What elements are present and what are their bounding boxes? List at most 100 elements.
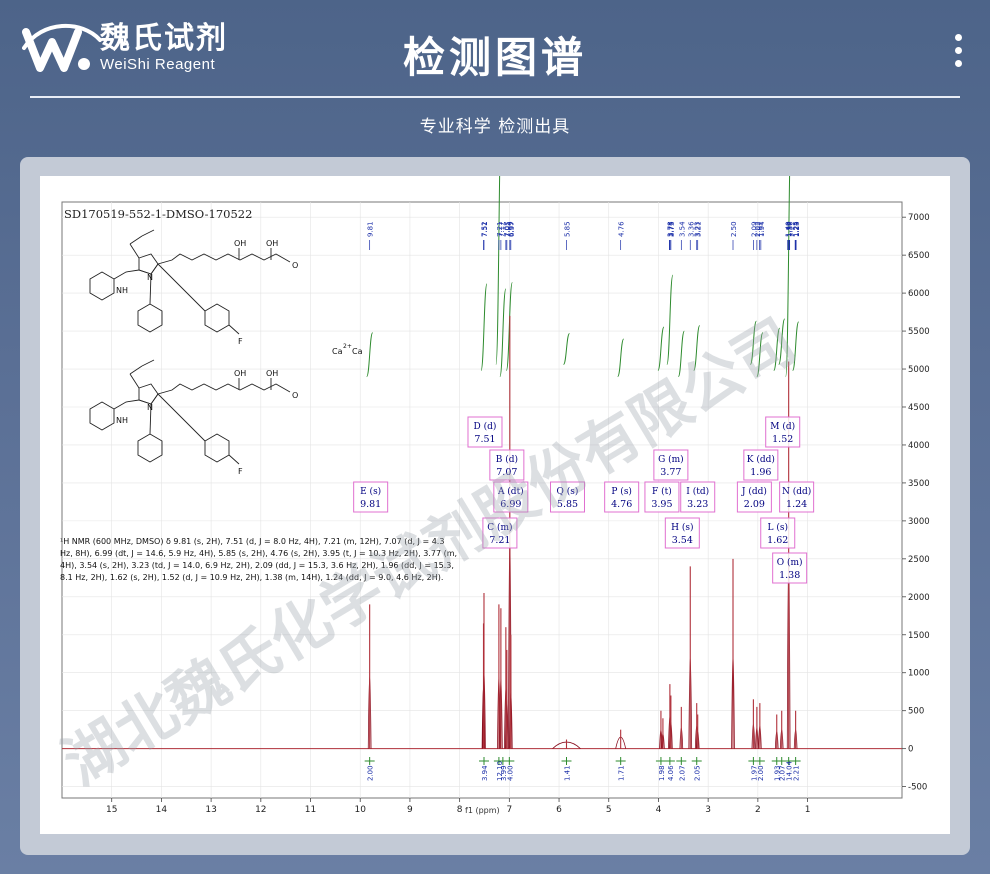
multiplet-name: O (m): [777, 557, 803, 568]
y-tick-label: 4500: [908, 403, 930, 413]
multiplet-shift: 1.24: [786, 499, 807, 510]
multiplet-label: L (s) 1.62: [760, 517, 796, 549]
oh-label-2a: OH: [234, 369, 246, 378]
x-tick-label: 5: [606, 805, 612, 815]
x-tick-label: 2: [755, 805, 761, 815]
y-tick-label: 500: [908, 707, 924, 717]
multiplet-name: M (d): [770, 421, 795, 432]
multiplet-name: D (d): [474, 421, 497, 432]
y-tick-label: 2000: [908, 593, 930, 603]
multiplet-shift: 3.77: [660, 467, 681, 478]
peak-label: 1.23: [793, 221, 801, 237]
more-menu-icon[interactable]: [950, 34, 966, 70]
y-tick-label: 4000: [908, 441, 930, 451]
multiplet-label: E (s) 9.81: [353, 481, 389, 513]
multiplet-shift: 1.38: [779, 570, 800, 581]
multiplet-name: I (td): [686, 486, 709, 497]
y-tick-label: 3000: [908, 517, 930, 527]
y-tick-label: 2500: [908, 555, 930, 565]
calcium-charge: 2+: [343, 343, 352, 350]
calcium-label: Ca: [332, 347, 343, 356]
multiplet-name: G (m): [658, 454, 684, 465]
o-label-1: O: [292, 261, 298, 270]
nh-label-2: NH: [116, 416, 128, 425]
integral-value: 2.05: [694, 765, 702, 781]
multiplet-name: F (t): [652, 486, 672, 497]
multiplet-shift: 3.23: [687, 499, 708, 510]
page-header: 魏氏试剂 WeiShi Reagent 检测图谱 专业科学 检测出具: [0, 0, 990, 150]
integral-value: 2.07: [678, 765, 686, 781]
integral-value: 4.00: [506, 765, 514, 781]
x-tick-label: 4: [656, 805, 662, 815]
multiplet-shift: 9.81: [360, 499, 381, 510]
integral-value: 1.71: [618, 765, 626, 781]
multiplet-name: E (s): [360, 486, 381, 497]
multiplet-label: K (dd) 1.96: [743, 449, 779, 481]
multiplet-label: N (dd) 1.24: [779, 481, 815, 513]
peak-label: 3.21: [695, 221, 703, 237]
page-title: 检测图谱: [402, 33, 587, 82]
x-tick-label: 1: [805, 805, 811, 815]
f-label-2: F: [238, 467, 243, 476]
y-tick-label: 1500: [908, 631, 930, 641]
oh-label-1a: OH: [234, 239, 246, 248]
x-tick-label: 7: [506, 805, 512, 815]
integral-value: 4.06: [667, 765, 675, 781]
peak-label: 3.75: [668, 221, 676, 237]
n-label-2: N: [147, 403, 153, 412]
peak-label: 9.81: [367, 221, 375, 237]
peak-label: 5.85: [563, 221, 571, 237]
multiplet-shift: 1.62: [767, 535, 788, 546]
y-tick-label: 6000: [908, 289, 930, 299]
multiplet-shift: 7.51: [474, 434, 495, 445]
y-tick-label: 5500: [908, 327, 930, 337]
x-tick-label: 10: [354, 805, 366, 815]
x-tick-label: 12: [255, 805, 266, 815]
multiplet-name: J (dd): [741, 486, 767, 497]
multiplet-shift: 4.76: [611, 499, 632, 510]
y-tick-label: 1000: [908, 669, 930, 679]
peak-label: 6.97: [508, 221, 516, 237]
multiplet-label: M (d) 1.52: [765, 416, 801, 448]
y-tick-label: 0: [908, 745, 913, 755]
oh-label-2b: OH: [266, 369, 278, 378]
y-tick-label: 6500: [908, 251, 930, 261]
tagline: 专业科学 检测出具: [419, 117, 571, 137]
x-tick-label: 3: [705, 805, 711, 815]
multiplet-name: K (dd): [747, 454, 775, 465]
integral-value: 1.98: [658, 765, 666, 781]
peak-label: 7.51: [481, 221, 489, 237]
integral-value: 1.41: [563, 765, 571, 781]
multiplet-label: D (d) 7.51: [467, 416, 503, 448]
oh-label-1b: OH: [266, 239, 278, 248]
o-label-2: O: [292, 391, 298, 400]
x-tick-label: 9: [407, 805, 413, 815]
nmr-spectrum-chart: 9.81 7.527.51 7.217.177.077.056.996.97 5.85…: [52, 176, 930, 815]
multiplet-label: H (s) 3.54: [664, 517, 700, 549]
peak-label: 4.76: [618, 221, 626, 237]
multiplet-name: L (s): [768, 522, 788, 533]
multiplet-name: H (s): [671, 522, 693, 533]
multiplet-shift: 1.52: [772, 434, 793, 445]
y-tick-label: -500: [908, 783, 927, 793]
multiplet-shift: 1.96: [750, 467, 771, 478]
header-divider: [30, 96, 960, 98]
f-label-1: F: [238, 337, 243, 346]
multiplet-label: J (dd) 2.09: [736, 481, 772, 513]
integral-value: 2.00: [757, 765, 765, 781]
x-axis-label: f1 (ppm): [465, 806, 500, 815]
multiplet-name: N (dd): [782, 486, 811, 497]
y-tick-label: 3500: [908, 479, 930, 489]
nmr-spectrum-sheet: 9.81 7.52 7.51 7.21 7.17 7.07 7.05 6.99 6.97 5.85…: [40, 176, 950, 834]
multiplet-label: P (s) 4.76: [604, 481, 640, 513]
multiplet-name: P (s): [611, 486, 632, 497]
x-tick-label: 8: [457, 805, 463, 815]
chart-title: SD170519-552-1-DMSO-170522: [64, 207, 252, 221]
integral-value: 2.21: [793, 765, 801, 781]
peak-label: 1.94: [758, 221, 766, 237]
nh-label-1: NH: [116, 286, 128, 295]
calcium-label-2: Ca: [352, 347, 363, 356]
x-tick-label: 14: [156, 805, 168, 815]
multiplet-label: F (t) 3.95: [644, 481, 680, 513]
multiplet-shift: 2.09: [744, 499, 765, 510]
